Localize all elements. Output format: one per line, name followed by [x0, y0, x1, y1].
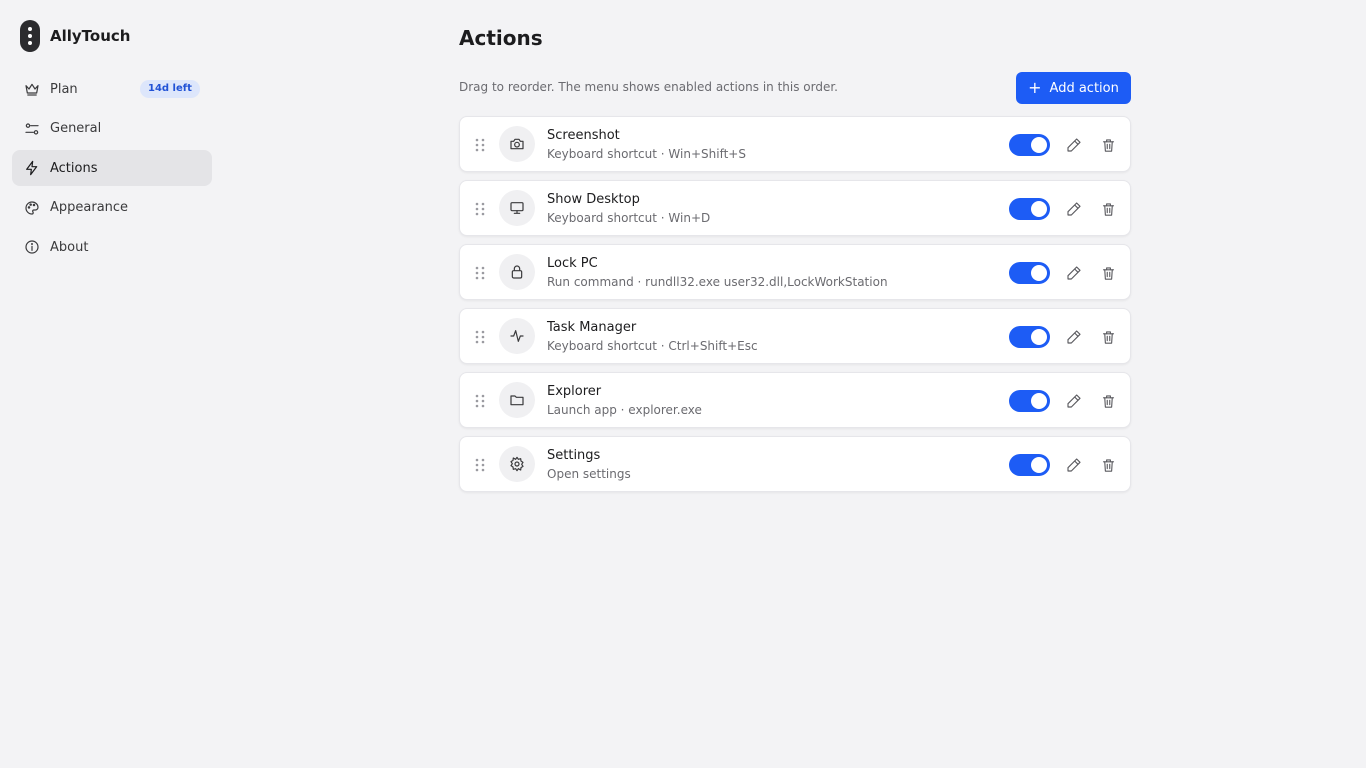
trash-icon [1102, 138, 1114, 152]
action-name: Explorer [547, 384, 602, 399]
enable-toggle[interactable] [1009, 198, 1050, 220]
enable-toggle[interactable] [1009, 262, 1050, 284]
sidebar-item-label: About [50, 239, 89, 255]
gear-icon [499, 446, 535, 482]
sidebar-item-appearance[interactable]: Appearance [12, 190, 212, 226]
pencil-icon [1067, 202, 1081, 216]
sidebar-item-label: Plan [50, 81, 78, 97]
action-name: Settings [547, 448, 601, 463]
delete-button[interactable] [1098, 455, 1118, 475]
action-name: Screenshot [547, 128, 620, 143]
pencil-icon [1067, 330, 1081, 344]
drag-handle-icon[interactable] [474, 457, 486, 473]
enable-toggle[interactable] [1009, 326, 1050, 348]
edit-button[interactable] [1064, 327, 1084, 347]
edit-button[interactable] [1064, 135, 1084, 155]
trash-icon [1102, 330, 1114, 344]
sidebar-nav: Plan 14d left General Actions Appearance [12, 71, 212, 269]
delete-button[interactable] [1098, 135, 1118, 155]
sliders-icon [23, 120, 41, 138]
drag-handle-icon[interactable] [474, 393, 486, 409]
drag-handle-icon[interactable] [474, 329, 486, 345]
action-row-screenshot[interactable]: Screenshot Keyboard shortcut · Win+Shift… [459, 116, 1131, 172]
trash-icon [1102, 458, 1114, 472]
trash-icon [1102, 202, 1114, 216]
drag-handle-icon[interactable] [474, 265, 486, 281]
toggle-knob [1031, 265, 1047, 281]
pencil-icon [1067, 138, 1081, 152]
edit-button[interactable] [1064, 263, 1084, 283]
toggle-knob [1031, 393, 1047, 409]
pencil-icon [1067, 458, 1081, 472]
action-name: Show Desktop [547, 192, 640, 207]
action-row-task-manager[interactable]: Task Manager Keyboard shortcut · Ctrl+Sh… [459, 308, 1131, 364]
monitor-icon [499, 190, 535, 226]
brand: AllyTouch [20, 20, 130, 52]
crown-icon [23, 80, 41, 98]
trash-icon [1102, 394, 1114, 408]
lock-icon [499, 254, 535, 290]
edit-button[interactable] [1064, 391, 1084, 411]
sidebar-item-plan[interactable]: Plan 14d left [12, 71, 212, 107]
toggle-knob [1031, 201, 1047, 217]
pencil-icon [1067, 394, 1081, 408]
palette-icon [23, 199, 41, 217]
toggle-knob [1031, 137, 1047, 153]
action-row-show-desktop[interactable]: Show Desktop Keyboard shortcut · Win+D [459, 180, 1131, 236]
reorder-hint: Drag to reorder. The menu shows enabled … [459, 80, 838, 94]
action-row-explorer[interactable]: Explorer Launch app · explorer.exe [459, 372, 1131, 428]
add-action-button[interactable]: + Add action [1016, 72, 1131, 104]
toggle-knob [1031, 329, 1047, 345]
folder-icon [499, 382, 535, 418]
enable-toggle[interactable] [1009, 134, 1050, 156]
action-description: Keyboard shortcut · Ctrl+Shift+Esc [547, 339, 758, 353]
action-row-settings[interactable]: Settings Open settings [459, 436, 1131, 492]
delete-button[interactable] [1098, 391, 1118, 411]
sidebar-item-about[interactable]: About [12, 229, 212, 265]
info-icon [23, 238, 41, 256]
action-description: Keyboard shortcut · Win+Shift+S [547, 147, 746, 161]
sidebar: AllyTouch Plan 14d left General Actions [0, 0, 224, 768]
trial-badge: 14d left [140, 80, 200, 98]
sidebar-item-label: Actions [50, 160, 98, 176]
toggle-knob [1031, 457, 1047, 473]
action-description: Launch app · explorer.exe [547, 403, 702, 417]
sidebar-item-actions[interactable]: Actions [12, 150, 212, 186]
activity-icon [499, 318, 535, 354]
action-name: Lock PC [547, 256, 598, 271]
action-description: Keyboard shortcut · Win+D [547, 211, 711, 225]
pencil-icon [1067, 266, 1081, 280]
delete-button[interactable] [1098, 263, 1118, 283]
action-description: Run command · rundll32.exe user32.dll,Lo… [547, 275, 888, 289]
delete-button[interactable] [1098, 199, 1118, 219]
actions-list: Screenshot Keyboard shortcut · Win+Shift… [459, 116, 1131, 500]
lightning-icon [23, 159, 41, 177]
page-title: Actions [459, 26, 543, 50]
edit-button[interactable] [1064, 199, 1084, 219]
enable-toggle[interactable] [1009, 454, 1050, 476]
sidebar-item-general[interactable]: General [12, 111, 212, 147]
edit-button[interactable] [1064, 455, 1084, 475]
action-name: Task Manager [547, 320, 637, 335]
sidebar-item-label: Appearance [50, 200, 129, 215]
action-row-lock-pc[interactable]: Lock PC Run command · rundll32.exe user3… [459, 244, 1131, 300]
drag-handle-icon[interactable] [474, 201, 486, 217]
trash-icon [1102, 266, 1114, 280]
drag-handle-icon[interactable] [474, 137, 486, 153]
camera-icon [499, 126, 535, 162]
app-name: AllyTouch [50, 27, 131, 45]
delete-button[interactable] [1098, 327, 1118, 347]
enable-toggle[interactable] [1009, 390, 1050, 412]
action-description: Open settings [547, 467, 631, 481]
app-logo-icon [20, 20, 40, 52]
plus-icon: + [1028, 78, 1042, 97]
add-action-label: Add action [1049, 80, 1119, 96]
sidebar-item-label: General [50, 121, 102, 136]
